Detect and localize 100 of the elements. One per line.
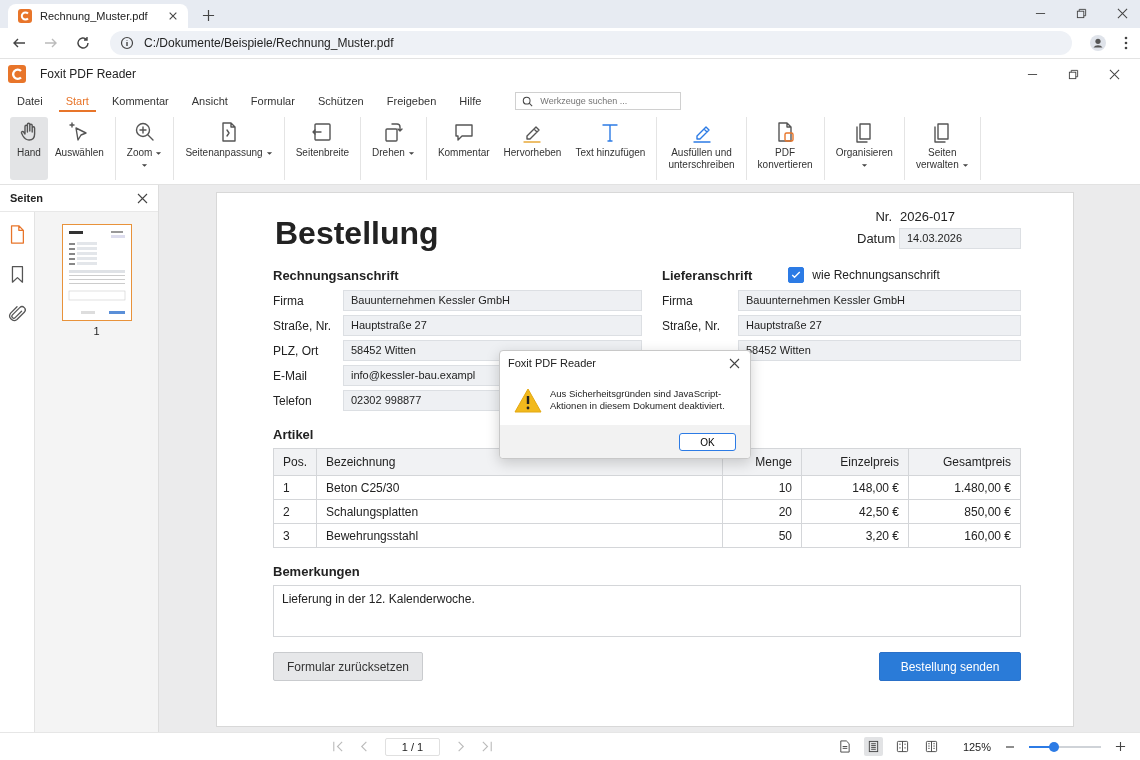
close-icon[interactable] bbox=[137, 192, 148, 204]
address-field[interactable]: C:/Dokumente/Beispiele/Rechnung_Muster.pdf bbox=[110, 31, 1072, 55]
view-mode-button[interactable] bbox=[863, 737, 883, 756]
new-tab-icon[interactable] bbox=[202, 9, 215, 22]
menu-tab[interactable]: Formular bbox=[243, 90, 302, 112]
field-label: Nr. bbox=[874, 209, 892, 224]
table-cell: Bewehrungsstahl bbox=[316, 523, 723, 548]
rotate-icon bbox=[382, 121, 405, 143]
text-field[interactable]: Bauunternehmen Kessler GmbH bbox=[343, 290, 642, 311]
table-cell: Beton C25/30 bbox=[316, 475, 723, 500]
close-icon[interactable] bbox=[729, 357, 740, 369]
table-cell: 20 bbox=[722, 499, 802, 524]
ribbon-button[interactable]: Seiten verwalten bbox=[908, 117, 976, 180]
table-cell: 2 bbox=[273, 499, 317, 524]
ribbon-button[interactable]: Ausfüllen und unterschreiben bbox=[661, 117, 742, 180]
panel-title: Seiten bbox=[10, 192, 43, 204]
table-cell: 3,20 € bbox=[801, 523, 909, 548]
table-cell: 50 bbox=[722, 523, 802, 548]
paperclip-icon[interactable] bbox=[7, 304, 27, 324]
table-cell: 3 bbox=[273, 523, 317, 548]
back-icon[interactable] bbox=[12, 36, 26, 50]
ribbon-button[interactable]: Seitenbreite bbox=[288, 117, 357, 180]
app-logo-icon bbox=[18, 9, 32, 23]
reset-button[interactable]: Formular zurücksetzen bbox=[273, 652, 423, 681]
field-label: Firma bbox=[273, 293, 305, 308]
field-label: Straße, Nr. bbox=[273, 318, 332, 333]
profile-icon[interactable] bbox=[1090, 35, 1106, 51]
section-heading: Rechnungsanschrift bbox=[273, 267, 399, 283]
close-icon[interactable] bbox=[168, 11, 178, 21]
text-field[interactable]: Bauunternehmen Kessler GmbH bbox=[738, 290, 1021, 311]
text-field[interactable]: Hauptstraße 27 bbox=[343, 315, 642, 336]
text-field[interactable]: 58452 Witten bbox=[738, 340, 1021, 361]
table-cell: 850,00 € bbox=[908, 499, 1021, 524]
table-cell: 10 bbox=[722, 475, 802, 500]
remarks-field[interactable]: Lieferung in der 12. Kalenderwoche. bbox=[273, 585, 1021, 637]
ribbon-button[interactable]: Hand bbox=[10, 117, 48, 180]
document-title: Bestellung bbox=[275, 215, 439, 252]
field-label: PLZ, Ort bbox=[273, 343, 320, 358]
address-text: C:/Dokumente/Beispiele/Rechnung_Muster.pdf bbox=[144, 36, 394, 50]
ribbon-button[interactable]: Seitenanpassung bbox=[178, 117, 280, 180]
warning-icon bbox=[514, 387, 542, 413]
menu-icon[interactable] bbox=[1124, 36, 1128, 50]
close-icon[interactable] bbox=[1117, 7, 1128, 19]
ribbon-button[interactable]: PDF konvertieren bbox=[750, 117, 820, 180]
zoom-level: 125% bbox=[962, 740, 991, 753]
field-label: Telefon bbox=[273, 393, 313, 408]
app-logo-icon bbox=[8, 65, 26, 83]
submit-button[interactable]: Bestellung senden bbox=[879, 652, 1021, 681]
tab-title: Rechnung_Muster.pdf bbox=[40, 10, 149, 22]
order-number: 2026-017 bbox=[900, 209, 955, 224]
page-field[interactable]: 1 / 1 bbox=[384, 737, 441, 756]
checkbox-label: wie Rechnungsanschrift bbox=[812, 268, 940, 282]
text-field[interactable]: Hauptstraße 27 bbox=[738, 315, 1021, 336]
ribbon-button[interactable]: Text hinzufügen bbox=[568, 117, 653, 180]
page-width-icon bbox=[311, 121, 334, 143]
info-icon bbox=[120, 36, 134, 50]
table-cell: 1.480,00 € bbox=[908, 475, 1021, 500]
ribbon-button[interactable]: Hervorheben bbox=[496, 117, 569, 180]
field-label: Straße, Nr. bbox=[662, 318, 721, 333]
check-icon bbox=[790, 269, 803, 281]
table-cell: 1 bbox=[273, 475, 317, 500]
menu-tab[interactable]: Kommentar bbox=[104, 90, 176, 112]
table-cell: 160,00 € bbox=[908, 523, 1021, 548]
table-cell: Schalungsplatten bbox=[316, 499, 723, 524]
field-label: Firma bbox=[662, 293, 694, 308]
search-field[interactable]: Werkzeuge suchen ... bbox=[515, 92, 682, 110]
restore-icon[interactable] bbox=[1076, 7, 1087, 19]
section-heading: Bemerkungen bbox=[273, 564, 361, 579]
menu-tab[interactable]: Schützen bbox=[310, 90, 371, 112]
menu-tab[interactable]: Freigeben bbox=[379, 90, 444, 112]
menu-tab[interactable]: Ansicht bbox=[184, 90, 235, 112]
ribbon-button[interactable]: Drehen bbox=[365, 117, 422, 180]
browser-tab[interactable]: Rechnung_Muster.pdf bbox=[8, 4, 188, 28]
zoom-in-icon[interactable] bbox=[1115, 741, 1126, 752]
field-label: E-Mail bbox=[273, 368, 308, 383]
comment-icon bbox=[452, 121, 475, 143]
ribbon-button[interactable]: Organisieren bbox=[828, 117, 900, 180]
search-icon bbox=[522, 96, 534, 107]
column-header: Gesamtpreis bbox=[908, 448, 1021, 476]
zoom-in-icon bbox=[133, 121, 156, 143]
page-number: 1 bbox=[93, 325, 100, 337]
slider-thumb[interactable] bbox=[1049, 741, 1060, 752]
close-icon[interactable] bbox=[1109, 68, 1120, 80]
menu-tab[interactable]: Datei bbox=[10, 90, 50, 112]
table-cell: 42,50 € bbox=[801, 499, 909, 524]
ribbon-button[interactable]: Kommentar bbox=[430, 117, 497, 180]
table-cell: 148,00 € bbox=[801, 475, 909, 500]
app-title: Foxit PDF Reader bbox=[40, 67, 137, 81]
checkbox[interactable] bbox=[788, 267, 805, 283]
column-header: Pos. bbox=[273, 448, 317, 476]
restore-icon[interactable] bbox=[1068, 68, 1079, 80]
reload-icon[interactable] bbox=[76, 36, 90, 50]
menu-tab[interactable]: Hilfe bbox=[452, 90, 489, 112]
section-heading: Lieferanschrift bbox=[662, 267, 753, 283]
ribbon-button[interactable]: Auswählen bbox=[47, 117, 111, 180]
column-header: Einzelpreis bbox=[801, 448, 909, 476]
date-field[interactable]: 14.03.2026 bbox=[899, 228, 1021, 249]
ribbon-button[interactable]: Zoom bbox=[119, 117, 170, 180]
page-thumbnail[interactable] bbox=[61, 224, 132, 321]
ok-button[interactable]: OK bbox=[679, 433, 736, 451]
